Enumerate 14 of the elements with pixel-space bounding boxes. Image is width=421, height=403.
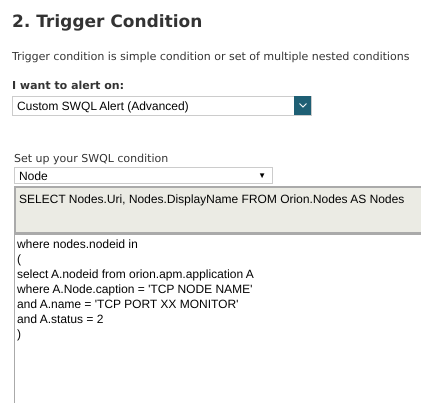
alert-type-select[interactable]: Custom SWQL Alert (Advanced)	[12, 96, 312, 116]
section-description: Trigger condition is simple condition or set of multiple nested conditions	[12, 48, 410, 64]
alert-on-label: I want to alert on:	[12, 78, 124, 94]
select-value: Node	[18, 168, 48, 184]
swql-label: Set up your SWQL condition	[14, 150, 168, 166]
section-title: 2. Trigger Condition	[12, 11, 202, 34]
dropdown-button[interactable]	[294, 96, 311, 115]
select-query-text: SELECT Nodes.Uri, Nodes.DisplayName FROM Orion.Nodes AS Nodes	[19, 192, 404, 206]
where-query-text: where nodes.nodeid in ( select A.nodeid from orion.apm.application A where A.Node.caption = 'TCP NODE NAME' and A.name = 'TCP PORT XX MONITOR' and A.status = 2 )	[17, 237, 254, 342]
object-type-select[interactable]: Node ▼	[14, 167, 273, 184]
chevron-down-icon	[298, 103, 306, 108]
select-value: Custom SWQL Alert (Advanced)	[16, 98, 189, 114]
where-query-field[interactable]: where nodes.nodeid in ( select A.nodeid from orion.apm.application A where A.Node.caption = 'TCP NODE NAME' and A.name = 'TCP PORT XX MONITOR' and A.status = 2 )	[14, 234, 421, 403]
dropdown-arrow: ▼	[258, 170, 267, 182]
